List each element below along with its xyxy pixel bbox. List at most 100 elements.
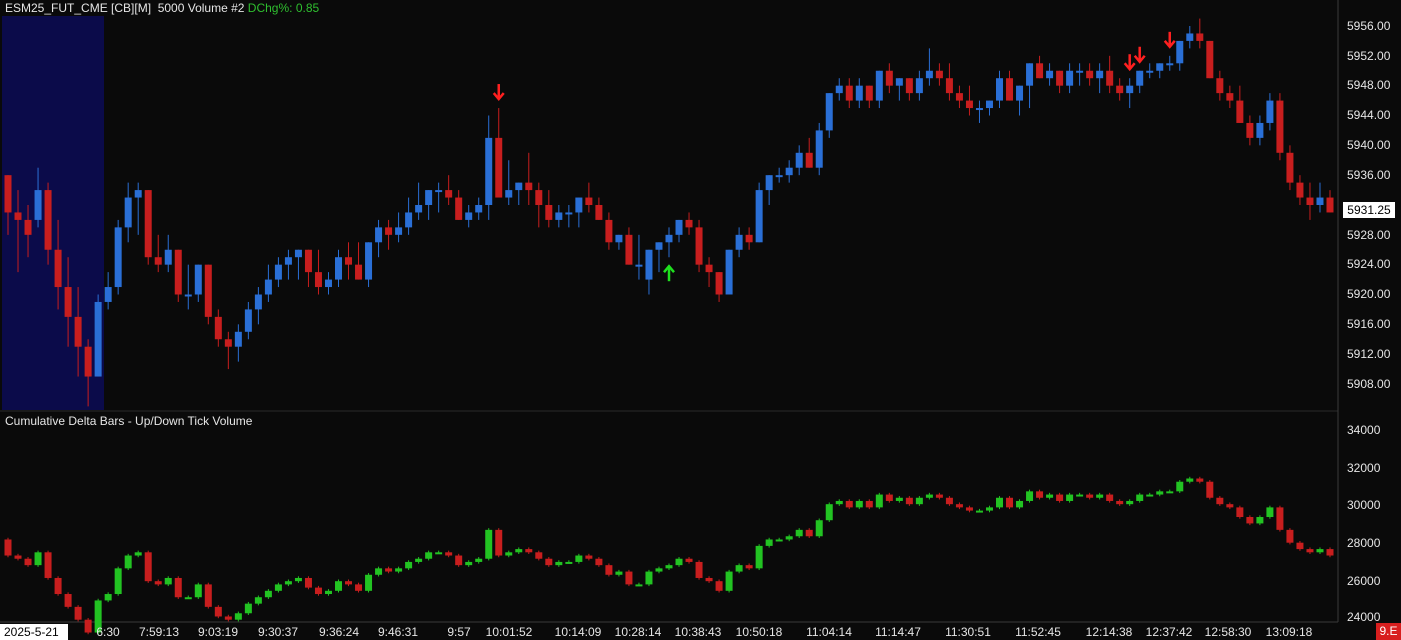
price-tick: 5936.00 xyxy=(1347,168,1391,182)
delta-candle xyxy=(735,563,743,574)
delta-candle xyxy=(745,563,753,571)
delta-body xyxy=(1006,497,1014,508)
chart-canvas[interactable] xyxy=(0,0,1401,640)
time-tick: 9:46:31 xyxy=(377,625,419,639)
price-candle xyxy=(785,160,793,183)
price-candle xyxy=(274,257,282,288)
price-candle xyxy=(705,257,713,288)
delta-body xyxy=(114,568,122,595)
delta-body xyxy=(1316,549,1324,553)
time-tick: 6:30 xyxy=(96,625,120,639)
signal-arrows xyxy=(492,31,1176,282)
time-tick: 11:04:14 xyxy=(806,625,852,639)
delta-candle xyxy=(415,557,423,564)
delta-body xyxy=(355,584,363,591)
delta-candle xyxy=(485,528,493,561)
price-candle xyxy=(114,219,122,295)
delta-candle xyxy=(224,614,232,622)
candle-body xyxy=(915,78,923,94)
candle-body xyxy=(254,294,262,310)
candle-body xyxy=(274,264,282,280)
delta-candle xyxy=(1156,489,1164,497)
delta-body xyxy=(1046,494,1054,498)
price-candle xyxy=(284,249,292,280)
delta-tick: 28000 xyxy=(1347,536,1381,550)
delta-body xyxy=(1076,494,1084,497)
date-marker: 2025-5-21 xyxy=(0,624,68,640)
candle-body xyxy=(365,242,373,280)
delta-pane-label: Cumulative Delta Bars - Up/Down Tick Vol… xyxy=(5,414,253,428)
delta-candle xyxy=(475,557,483,564)
price-candle xyxy=(495,108,503,198)
trading-chart[interactable]: ESM25_FUT_CME [CB][M] 5000 Volume #2 DCh… xyxy=(0,0,1401,640)
price-tick: 5944.00 xyxy=(1347,108,1391,122)
delta-body xyxy=(675,558,683,566)
price-candle xyxy=(825,93,833,138)
price-candle xyxy=(585,182,593,213)
delta-body xyxy=(64,594,72,607)
price-candle xyxy=(575,197,583,228)
candle-body xyxy=(435,190,443,193)
price-candle xyxy=(625,227,633,265)
delta-candle xyxy=(945,496,953,506)
delta-candle xyxy=(1136,492,1144,503)
price-candle xyxy=(725,249,733,295)
delta-candle xyxy=(1076,492,1084,497)
delta-candle xyxy=(1256,515,1264,526)
delta-candle xyxy=(585,553,593,561)
bar-type-label: 5000 Volume #2 xyxy=(157,1,245,15)
delta-body xyxy=(74,606,82,620)
candle-body xyxy=(14,212,22,220)
delta-body xyxy=(1196,478,1204,482)
candle-body xyxy=(985,100,993,109)
candle-body xyxy=(304,249,312,273)
candle-body xyxy=(875,70,883,101)
candle-body xyxy=(825,93,833,131)
delta-body xyxy=(655,568,663,572)
time-tick: 9:30:37 xyxy=(257,625,299,639)
candle-body xyxy=(735,234,743,250)
time-tick: 11:30:51 xyxy=(945,625,991,639)
delta-body xyxy=(935,494,943,498)
price-candle xyxy=(996,70,1003,109)
price-candle xyxy=(1196,18,1204,49)
time-tick: 12:37:42 xyxy=(1145,625,1193,639)
delta-candle xyxy=(1206,480,1214,500)
delta-candle xyxy=(985,505,993,513)
delta-candle xyxy=(505,550,513,558)
price-candle xyxy=(1116,78,1124,101)
delta-body xyxy=(535,552,543,559)
delta-candle xyxy=(4,537,12,558)
delta-candle xyxy=(725,569,733,593)
corner-badge[interactable]: 9.E xyxy=(1376,623,1401,640)
delta-body xyxy=(1216,497,1224,505)
delta-body xyxy=(635,584,643,587)
delta-body xyxy=(4,539,12,556)
delta-tick: 34000 xyxy=(1347,423,1381,437)
price-candle xyxy=(555,205,563,228)
candle-body xyxy=(455,197,463,220)
delta-body xyxy=(855,500,863,508)
delta-body xyxy=(365,574,373,591)
candle-body xyxy=(1106,70,1114,86)
delta-body xyxy=(555,561,563,566)
delta-candle xyxy=(194,582,202,599)
price-candle xyxy=(385,219,393,250)
delta-candle xyxy=(565,560,573,564)
candle-body xyxy=(975,108,983,111)
delta-candle xyxy=(675,557,683,567)
candle-body xyxy=(775,175,783,178)
delta-body xyxy=(44,552,52,578)
price-candle xyxy=(1076,63,1084,86)
delta-candle xyxy=(1236,505,1244,519)
delta-candle xyxy=(785,534,793,542)
candle-body xyxy=(204,264,212,317)
delta-candle xyxy=(935,492,943,500)
candle-body xyxy=(835,85,843,94)
delta-body xyxy=(1146,494,1154,497)
price-candle xyxy=(925,48,933,86)
delta-body xyxy=(425,552,433,559)
delta-body xyxy=(485,529,493,559)
delta-candle xyxy=(74,605,82,622)
price-candle xyxy=(845,78,853,109)
